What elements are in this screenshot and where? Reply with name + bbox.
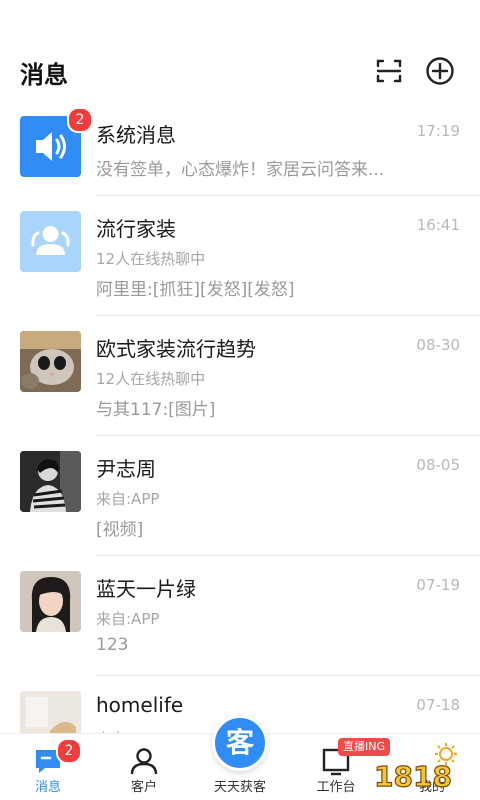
conversation-time: 07-19 (416, 576, 460, 594)
message-item-system[interactable]: 2 系统消息 17:19 没有签单，心态爆炸！家居云问答来... (0, 107, 480, 196)
tab-label: 工作台 (316, 780, 356, 795)
tab-badge: 2 (56, 738, 82, 764)
page-title: 消息 (20, 61, 68, 89)
avatar (20, 331, 81, 392)
message-item-contact[interactable]: 尹志周 08-05 来自:APP [视频] (0, 436, 480, 556)
conversation-preview: 123 (96, 635, 129, 655)
conversation-name: homelife (96, 693, 184, 717)
conversation-preview: 没有签单，心态爆炸！家居云问答来... (96, 160, 385, 180)
plus-circle-icon (426, 57, 454, 85)
unread-badge: 2 (67, 107, 93, 133)
header: 消息 (0, 0, 480, 110)
conversation-name: 欧式家装流行趋势 (96, 337, 256, 361)
watermark-text: 1818 (374, 760, 452, 793)
tab-customers[interactable]: 客户 (96, 734, 192, 800)
conversation-status: 12人在线热聊中 (96, 370, 206, 388)
scan-button[interactable] (374, 56, 404, 86)
tab-label: 天天获客 (213, 780, 266, 795)
conversation-time: 08-05 (416, 456, 460, 474)
conversation-preview: 与其117:[图片] (96, 400, 216, 420)
daily-leads-center-button[interactable]: 客 (212, 715, 268, 771)
conversation-name: 尹志周 (96, 457, 156, 481)
conversation-preview: 阿里里:[抓狂][发怒][发怒] (96, 280, 295, 300)
watermark-logo: 1818 (373, 743, 457, 794)
message-item-group[interactable]: 流行家装 16:41 12人在线热聊中 阿里里:[抓狂][发怒][发怒] (0, 196, 480, 316)
person-icon (130, 748, 158, 775)
conversation-source: 来自:APP (96, 490, 160, 508)
scan-icon (376, 59, 402, 83)
conversation-name: 蓝天一片绿 (96, 577, 196, 601)
message-item-group[interactable]: 欧式家装流行趋势 08-30 12人在线热聊中 与其117:[图片] (0, 316, 480, 436)
tab-label: 消息 (34, 780, 61, 795)
message-item-contact[interactable]: 蓝天一片绿 07-19 来自:APP 123 (0, 556, 480, 676)
conversation-status: 12人在线热聊中 (96, 250, 206, 268)
avatar (20, 211, 81, 272)
add-button[interactable] (425, 56, 455, 86)
conversation-preview: [视频] (96, 520, 144, 540)
woman-photo (20, 571, 81, 632)
conversation-name: 系统消息 (96, 123, 176, 147)
avatar (20, 571, 81, 632)
conversation-time: 17:19 (416, 122, 460, 140)
tab-label: 客户 (130, 780, 157, 795)
conversation-time: 16:41 (416, 216, 460, 234)
group-icon (31, 226, 70, 255)
person-photo (20, 451, 81, 512)
cat-photo (20, 331, 81, 392)
avatar (20, 451, 81, 512)
conversation-name: 流行家装 (96, 217, 176, 241)
message-list: 2 系统消息 17:19 没有签单，心态爆炸！家居云问答来... 流行家装 16… (0, 107, 480, 796)
conversation-time: 07-18 (416, 696, 460, 714)
conversation-source: 来自:APP (96, 610, 160, 628)
conversation-time: 08-30 (416, 336, 460, 354)
tab-messages[interactable]: 2 消息 (0, 734, 96, 800)
